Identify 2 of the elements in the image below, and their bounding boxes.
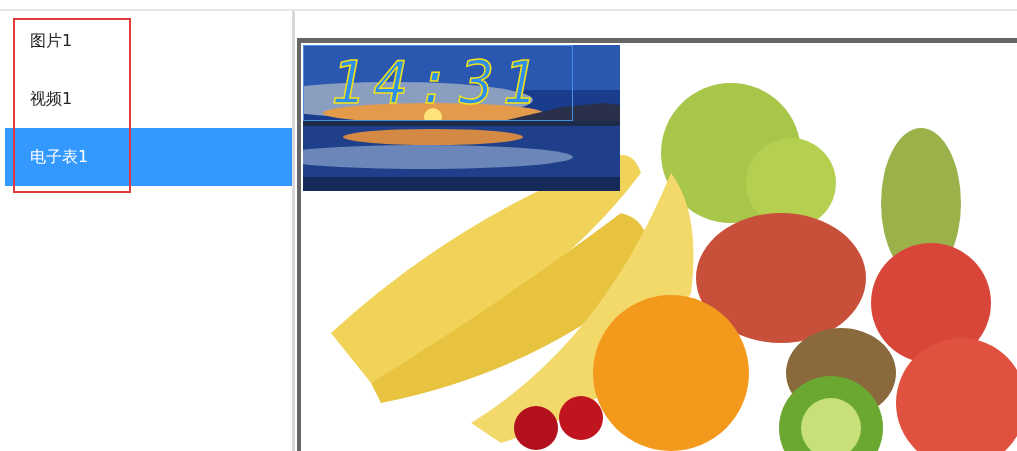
sidebar-item[interactable]: 图片1 [5,12,292,70]
sidebar-item[interactable]: 视频1 [5,70,292,128]
